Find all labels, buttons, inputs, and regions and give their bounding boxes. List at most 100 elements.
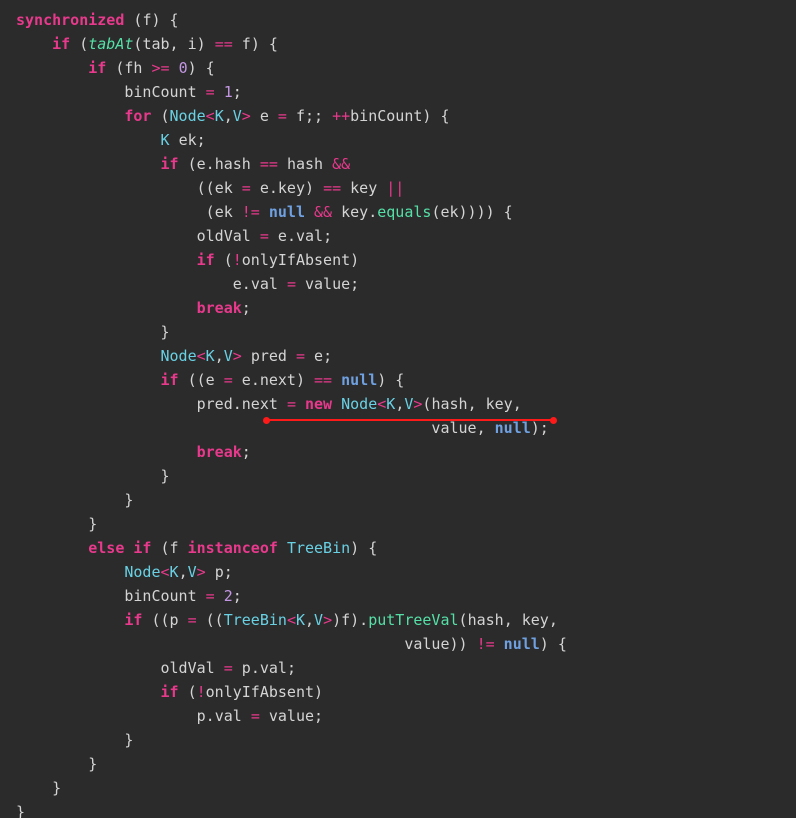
token-op: = bbox=[188, 611, 197, 629]
token-var: onlyIfAbsent bbox=[206, 683, 314, 701]
token-op: == bbox=[260, 155, 278, 173]
token-pn: ) { bbox=[422, 107, 449, 125]
token-op: != bbox=[477, 635, 495, 653]
token-pn: , bbox=[179, 563, 188, 581]
token-pn: } bbox=[16, 323, 170, 341]
token-cls: TreeBin bbox=[224, 611, 287, 629]
token-pn bbox=[197, 83, 206, 101]
token-pn: ( bbox=[459, 611, 468, 629]
token-cls: Node bbox=[161, 347, 197, 365]
code-line: break; bbox=[16, 299, 251, 317]
code-line: } bbox=[16, 323, 170, 341]
token-pn: } bbox=[16, 755, 97, 773]
token-pn bbox=[251, 179, 260, 197]
token-var: key bbox=[350, 179, 377, 197]
token-pn bbox=[16, 299, 197, 317]
token-pn bbox=[170, 131, 179, 149]
token-op: = bbox=[224, 659, 233, 677]
token-cls: K bbox=[296, 611, 305, 629]
token-pn: ; bbox=[224, 563, 233, 581]
token-kw: new bbox=[305, 395, 332, 413]
token-kw: if bbox=[133, 539, 151, 557]
code-line: pred.next = new Node<K,V>(hash, key, bbox=[16, 395, 522, 413]
token-cls: Node bbox=[124, 563, 160, 581]
code-line: p.val = value; bbox=[16, 707, 323, 725]
token-nul: null bbox=[504, 635, 540, 653]
token-pn: ) { bbox=[350, 539, 377, 557]
token-pn: (( bbox=[142, 611, 169, 629]
token-pn: , bbox=[215, 347, 224, 365]
token-kw: if bbox=[161, 155, 179, 173]
token-pn bbox=[16, 107, 124, 125]
token-var: hash bbox=[431, 395, 467, 413]
token-pn bbox=[251, 107, 260, 125]
token-var: p bbox=[197, 707, 206, 725]
token-pn bbox=[278, 155, 287, 173]
token-var: e bbox=[206, 371, 215, 389]
token-cls: K bbox=[206, 347, 215, 365]
token-op: = bbox=[287, 275, 296, 293]
token-gen: < bbox=[287, 611, 296, 629]
token-var: binCount bbox=[350, 107, 422, 125]
code-line: K ek; bbox=[16, 131, 206, 149]
token-pn bbox=[16, 35, 52, 53]
token-var: hash bbox=[287, 155, 323, 173]
token-var: binCount bbox=[124, 587, 196, 605]
token-pn bbox=[215, 371, 224, 389]
token-kw: if bbox=[161, 683, 179, 701]
code-line: } bbox=[16, 491, 133, 509]
token-pn bbox=[332, 203, 341, 221]
token-gen: > bbox=[233, 347, 242, 365]
token-op: ! bbox=[197, 683, 206, 701]
token-pn: ). bbox=[350, 611, 368, 629]
token-num: 0 bbox=[179, 59, 188, 77]
token-pn bbox=[16, 563, 124, 581]
token-var: e bbox=[197, 155, 206, 173]
code-line: if (e.hash == hash && bbox=[16, 155, 350, 173]
token-op: == bbox=[323, 179, 341, 197]
token-pn bbox=[269, 107, 278, 125]
token-pn: ) { bbox=[188, 59, 215, 77]
token-pn: ) bbox=[350, 251, 359, 269]
token-pn: )))) { bbox=[459, 203, 513, 221]
code-block: synchronized (f) { if (tabAt(tab, i) == … bbox=[0, 0, 796, 818]
token-pn: ( bbox=[179, 155, 197, 173]
token-pn: ) { bbox=[251, 35, 278, 53]
token-op: = bbox=[296, 347, 305, 365]
token-pn bbox=[16, 635, 404, 653]
token-var: f bbox=[242, 35, 251, 53]
token-op: = bbox=[224, 371, 233, 389]
token-pn: ( bbox=[151, 107, 169, 125]
token-cls: V bbox=[314, 611, 323, 629]
token-op: = bbox=[242, 179, 251, 197]
code-line: (ek != null && key.equals(ek)))) { bbox=[16, 203, 513, 221]
code-line: } bbox=[16, 515, 97, 533]
token-kw: synchronized bbox=[16, 11, 124, 29]
token-var: val bbox=[251, 275, 278, 293]
token-var: key bbox=[486, 395, 513, 413]
token-var: f bbox=[296, 107, 305, 125]
token-pn: ( bbox=[179, 683, 197, 701]
code-line: break; bbox=[16, 443, 251, 461]
token-pn: ) bbox=[305, 179, 323, 197]
token-cls: K bbox=[170, 563, 179, 581]
token-pn: . bbox=[242, 275, 251, 293]
token-var: p bbox=[170, 611, 179, 629]
token-pn bbox=[260, 707, 269, 725]
token-pn bbox=[287, 347, 296, 365]
token-pn bbox=[179, 539, 188, 557]
token-var: key bbox=[522, 611, 549, 629]
token-gen: > bbox=[242, 107, 251, 125]
token-kw: if bbox=[161, 371, 179, 389]
token-pn bbox=[305, 203, 314, 221]
token-var: hash bbox=[468, 611, 504, 629]
token-kw: else bbox=[88, 539, 124, 557]
token-pn bbox=[233, 179, 242, 197]
code-line: if (!onlyIfAbsent) bbox=[16, 683, 323, 701]
token-pn: ;; bbox=[305, 107, 332, 125]
token-pn: ( bbox=[215, 251, 233, 269]
token-var: value bbox=[404, 635, 449, 653]
code-line: binCount = 1; bbox=[16, 83, 242, 101]
token-pn bbox=[278, 539, 287, 557]
token-pn bbox=[495, 635, 504, 653]
